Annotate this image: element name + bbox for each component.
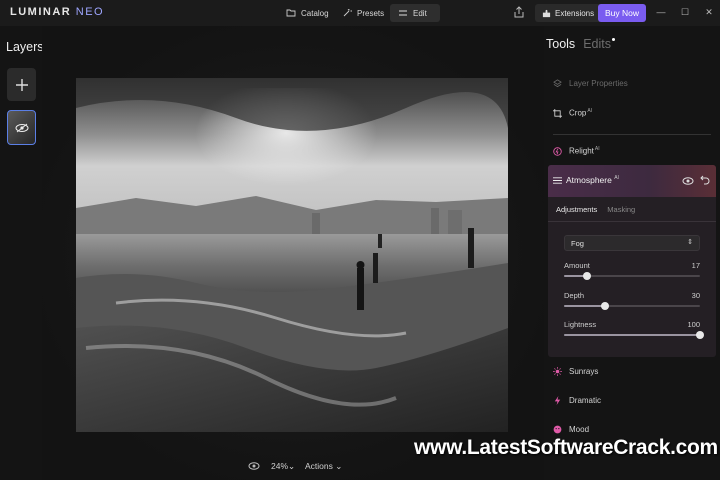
zoom-dropdown[interactable]: 24%⌄ — [271, 461, 295, 472]
lightness-slider-handle[interactable] — [696, 331, 704, 339]
tool-relight[interactable]: RelightAI — [553, 143, 600, 159]
eye-hidden-icon — [15, 123, 28, 132]
actions-dropdown[interactable]: Actions ⌄ — [305, 461, 342, 472]
mode-value: Fog — [571, 239, 584, 248]
tool-sunrays[interactable]: Sunrays — [553, 363, 598, 379]
tab-adjustments[interactable]: Adjustments — [556, 205, 597, 214]
depth-label: Depth — [564, 291, 585, 300]
tool-mood[interactable]: Mood — [553, 421, 589, 437]
extensions-label: Extensions — [555, 8, 595, 18]
reset-icon[interactable] — [700, 175, 710, 185]
edit-button[interactable]: Edit — [390, 4, 440, 22]
tab-masking[interactable]: Masking — [607, 205, 635, 214]
sun-icon — [553, 366, 562, 376]
mood-icon — [553, 425, 562, 433]
zoom-chevron-icon: ⌄ — [288, 461, 296, 471]
crop-label: CropAI — [569, 108, 593, 118]
atmosphere-icon — [553, 177, 562, 184]
app-logo: LUMINAR NEO — [10, 6, 105, 18]
crop-icon — [553, 108, 562, 118]
chevron-down-icon: ⌄ — [335, 461, 343, 471]
minimize-icon[interactable]: — — [655, 6, 667, 18]
depth-value: 30 — [691, 291, 700, 300]
maximize-icon[interactable]: ☐ — [679, 6, 691, 18]
lightning-icon — [554, 395, 561, 405]
eye-icon[interactable] — [248, 461, 260, 471]
lightness-label: Lightness — [564, 320, 597, 329]
plus-icon — [15, 78, 28, 91]
folder-icon — [286, 9, 296, 17]
atmosphere-title: Atmosphere AI — [566, 175, 619, 185]
atmosphere-panel: Atmosphere AI Adjustments Masking Fog ⇕ … — [548, 165, 716, 357]
sliders-icon — [399, 10, 407, 16]
puzzle-icon — [542, 9, 551, 17]
amount-slider-handle[interactable] — [583, 272, 592, 280]
magic-wand-icon — [343, 9, 352, 17]
watermark: www.LatestSoftwareCrack.com — [414, 436, 718, 459]
sunrays-label: Sunrays — [569, 366, 599, 376]
layer-properties-label: Layer Properties — [569, 78, 628, 88]
beach-photo — [76, 78, 508, 432]
mode-select[interactable]: Fog ⇕ — [564, 235, 700, 251]
divider — [548, 221, 716, 222]
layer-thumbnail[interactable] — [7, 110, 36, 145]
notification-dot — [611, 38, 615, 41]
layers-icon — [553, 78, 562, 87]
buy-now-button[interactable]: Buy Now — [598, 4, 646, 22]
depth-slider-handle[interactable] — [600, 302, 609, 310]
catalog-button[interactable]: Catalog — [278, 4, 337, 22]
amount-value: 17 — [691, 261, 700, 270]
divider — [553, 134, 711, 135]
tool-dramatic[interactable]: Dramatic — [553, 392, 601, 408]
dramatic-label: Dramatic — [569, 395, 602, 405]
panel-tabs: Tools Edits — [546, 37, 615, 51]
layers-title: Layers — [6, 40, 44, 54]
tab-tools[interactable]: Tools — [546, 37, 575, 51]
lightness-value: 100 — [687, 320, 700, 329]
add-layer-button[interactable] — [7, 68, 36, 101]
atmosphere-header[interactable]: Atmosphere AI — [548, 165, 716, 197]
atmosphere-subtabs: Adjustments Masking — [556, 205, 635, 214]
top-bar: LUMINAR NEO Catalog Presets Edit Extensi… — [0, 0, 720, 26]
tab-edits-label: Edits — [583, 37, 611, 51]
tool-layer-properties[interactable]: Layer Properties — [553, 75, 628, 91]
amount-label: Amount — [564, 261, 590, 270]
buy-now-label: Buy Now — [604, 8, 639, 18]
lightness-slider-fill — [564, 334, 700, 336]
relight-label: RelightAI — [569, 146, 600, 156]
tab-edits[interactable]: Edits — [583, 37, 615, 51]
share-icon[interactable] — [513, 6, 525, 18]
updown-chevron-icon: ⇕ — [687, 239, 693, 246]
photo-canvas[interactable] — [76, 78, 508, 432]
edit-label: Edit — [413, 8, 427, 18]
lightness-slider[interactable] — [564, 331, 704, 339]
tool-crop[interactable]: CropAI — [553, 105, 592, 121]
zoom-value: 24% — [271, 461, 289, 471]
actions-label: Actions — [305, 461, 333, 471]
mood-label: Mood — [569, 424, 590, 434]
presets-button[interactable]: Presets — [334, 4, 392, 22]
catalog-label: Catalog — [301, 8, 329, 18]
amount-slider[interactable] — [564, 272, 700, 280]
presets-label: Presets — [357, 8, 385, 18]
depth-slider[interactable] — [564, 302, 700, 310]
visibility-eye-icon[interactable] — [682, 176, 694, 186]
depth-slider-fill — [564, 305, 605, 307]
close-icon[interactable]: ✕ — [703, 6, 715, 18]
relight-icon — [553, 146, 562, 156]
